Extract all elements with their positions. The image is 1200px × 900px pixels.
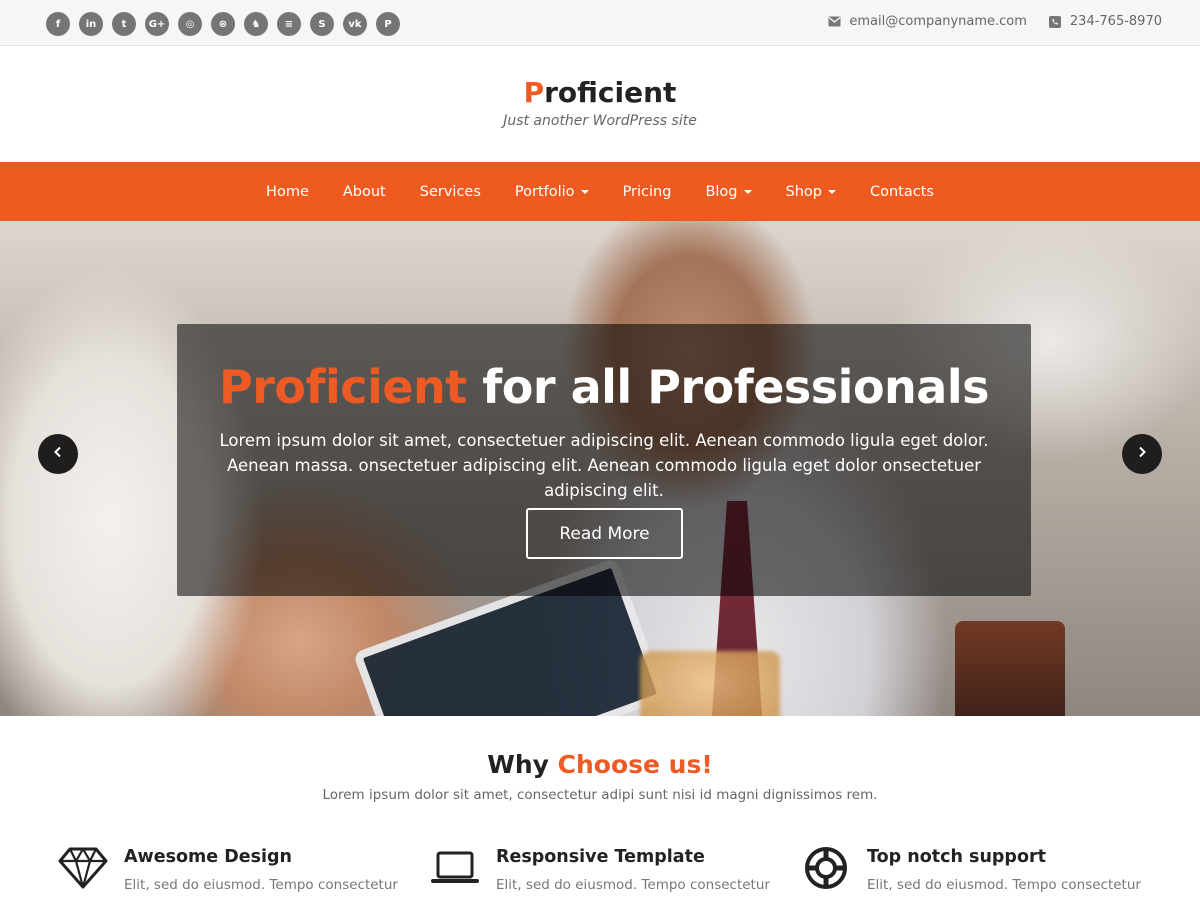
hero-slider: Proficient for all Professionals Lorem i… bbox=[0, 221, 1200, 716]
feature-title: Responsive Template bbox=[496, 847, 705, 867]
feature-item: Awesome Design Elit, sed do eiusmod. Tem… bbox=[58, 843, 418, 900]
laptop-icon bbox=[430, 845, 480, 891]
site-branding: Proficient Just another WordPress site bbox=[0, 46, 1200, 162]
hero-background-drink bbox=[640, 651, 780, 716]
caret-down-icon bbox=[743, 189, 752, 194]
nav-item-contacts[interactable]: Contacts bbox=[853, 184, 951, 200]
feature-title: Awesome Design bbox=[124, 847, 293, 867]
nav-item-pricing[interactable]: Pricing bbox=[606, 184, 689, 200]
nav-item-label: Pricing bbox=[622, 183, 672, 200]
nav-item-blog[interactable]: Blog bbox=[688, 184, 768, 200]
nav-item-label: Services bbox=[419, 183, 481, 200]
social-links: f in t G+ ◎ ⊛ ♞ ≡ S vk P bbox=[46, 12, 400, 36]
nav-item-portfolio[interactable]: Portfolio bbox=[498, 184, 606, 200]
lifebuoy-icon bbox=[801, 845, 851, 891]
slide-headline: Proficient for all Professionals bbox=[177, 360, 1031, 414]
github-icon[interactable]: ♞ bbox=[244, 12, 268, 36]
slider-prev-button[interactable] bbox=[38, 434, 78, 474]
nav-item-label: Shop bbox=[785, 183, 822, 200]
slide-headline-rest: for all Professionals bbox=[466, 360, 989, 414]
top-bar: f in t G+ ◎ ⊛ ♞ ≡ S vk P email@companyna… bbox=[0, 0, 1200, 46]
skype-icon[interactable]: S bbox=[310, 12, 334, 36]
diamond-icon bbox=[58, 845, 108, 891]
chevron-right-icon bbox=[1136, 445, 1148, 463]
feature-text: Elit, sed do eiusmod. Tempo consectetur bbox=[496, 877, 770, 893]
caret-down-icon bbox=[580, 189, 589, 194]
slider-next-button[interactable] bbox=[1122, 434, 1162, 474]
google-plus-icon[interactable]: G+ bbox=[145, 12, 169, 36]
caret-down-icon bbox=[827, 189, 836, 194]
linkedin-icon[interactable]: in bbox=[79, 12, 103, 36]
slide-caption: Proficient for all Professionals Lorem i… bbox=[177, 324, 1031, 596]
nav-item-services[interactable]: Services bbox=[403, 184, 498, 200]
section-title: Why Choose us! bbox=[0, 750, 1200, 779]
slide-description: Lorem ipsum dolor sit amet, consectetuer… bbox=[219, 431, 989, 500]
read-more-button[interactable]: Read More bbox=[526, 508, 683, 559]
nav-item-about[interactable]: About bbox=[326, 184, 403, 200]
nav-item-label: Home bbox=[266, 183, 309, 200]
slide-headline-highlight: Proficient bbox=[219, 360, 467, 414]
twitter-icon[interactable]: t bbox=[112, 12, 136, 36]
email-link[interactable]: email@companyname.com bbox=[849, 14, 1027, 29]
chevron-left-icon bbox=[52, 445, 64, 463]
site-title[interactable]: Proficient bbox=[0, 76, 1200, 109]
main-navigation: Home About Services Portfolio Pricing Bl… bbox=[0, 162, 1200, 221]
feature-text: Elit, sed do eiusmod. Tempo consectetur bbox=[124, 877, 398, 893]
phone-icon bbox=[1049, 15, 1062, 28]
facebook-icon[interactable]: f bbox=[46, 12, 70, 36]
hero-background-glass bbox=[955, 621, 1065, 716]
feature-item: Responsive Template Elit, sed do eiusmod… bbox=[430, 843, 790, 900]
nav-item-label: Blog bbox=[705, 183, 738, 200]
section-title-plain: Why bbox=[487, 750, 558, 779]
phone-number[interactable]: 234-765-8970 bbox=[1070, 14, 1162, 29]
site-title-initial: P bbox=[523, 76, 545, 109]
nav-item-shop[interactable]: Shop bbox=[769, 184, 853, 200]
section-title-highlight: Choose us! bbox=[557, 750, 713, 779]
nav-item-label: Portfolio bbox=[514, 183, 575, 200]
feature-text: Elit, sed do eiusmod. Tempo consectetur bbox=[867, 877, 1141, 893]
instagram-icon[interactable]: ◎ bbox=[178, 12, 202, 36]
stack-exchange-icon[interactable]: ≡ bbox=[277, 12, 301, 36]
nav-item-home[interactable]: Home bbox=[249, 184, 326, 200]
site-tagline: Just another WordPress site bbox=[503, 113, 697, 129]
envelope-icon bbox=[828, 15, 841, 28]
feature-item: Top notch support Elit, sed do eiusmod. … bbox=[801, 843, 1161, 900]
nav-item-label: About bbox=[342, 183, 386, 200]
vk-icon[interactable]: vk bbox=[343, 12, 367, 36]
pinterest-icon[interactable]: P bbox=[376, 12, 400, 36]
site-title-rest: roficient bbox=[544, 76, 677, 109]
dribbble-icon[interactable]: ⊛ bbox=[211, 12, 235, 36]
nav-item-label: Contacts bbox=[869, 183, 934, 200]
section-subtitle: Lorem ipsum dolor sit amet, consectetur … bbox=[322, 787, 878, 803]
contact-info: email@companyname.com 234-765-8970 bbox=[828, 14, 1162, 29]
feature-title: Top notch support bbox=[867, 847, 1046, 867]
